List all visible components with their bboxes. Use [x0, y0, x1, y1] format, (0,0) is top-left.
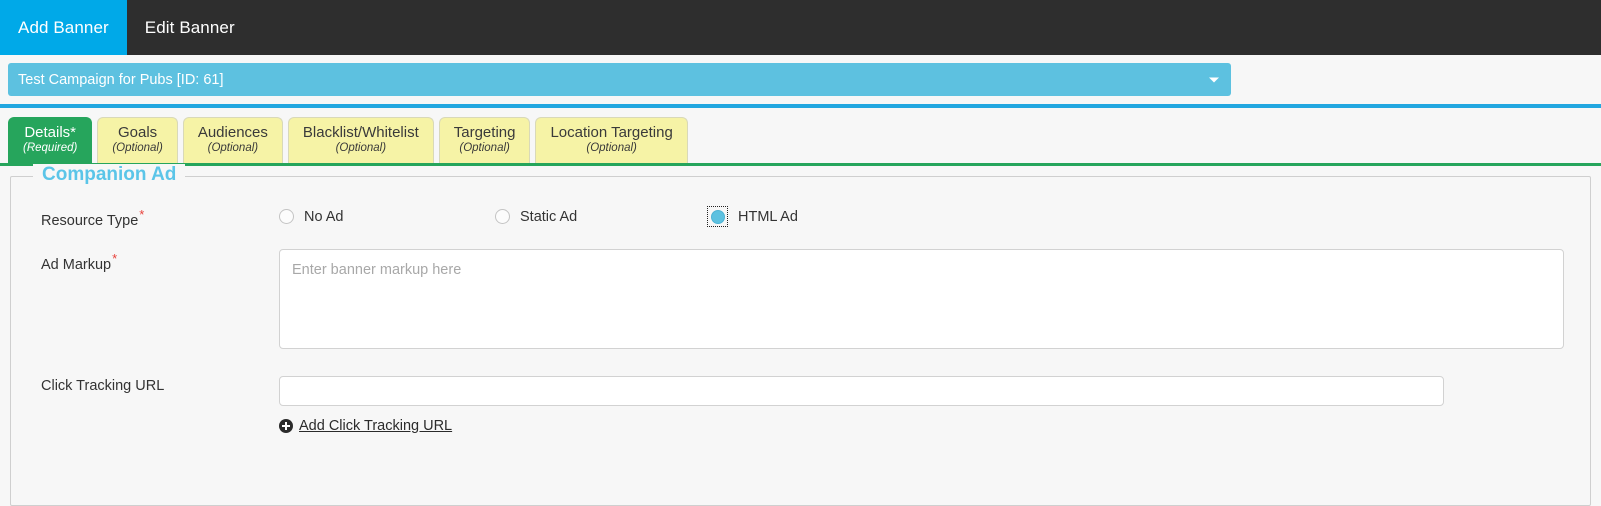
click-tracking-url-field: Add Click Tracking URL [279, 375, 1590, 438]
radio-option-html-ad[interactable]: HTML Ad [707, 206, 798, 227]
click-tracking-url-label: Click Tracking URL [11, 376, 279, 394]
spacer-after-resource-type [11, 229, 1590, 249]
nav-tab-edit-banner[interactable]: Edit Banner [127, 0, 253, 55]
green-divider [0, 163, 1601, 166]
radio-no-ad-label: No Ad [304, 208, 344, 225]
ad-markup-label-text: Ad Markup [41, 256, 112, 273]
ad-markup-required-star: * [112, 250, 118, 266]
plus-circle-icon [279, 418, 293, 433]
tab-goals-sublabel: (Optional) [112, 142, 163, 155]
radio-static-ad-label: Static Ad [520, 208, 578, 225]
click-tracking-url-label-text: Click Tracking URL [41, 377, 165, 394]
tab-location-targeting-sublabel: (Optional) [586, 142, 637, 155]
tab-details-sublabel: (Required) [23, 142, 78, 155]
radio-html-ad-selected-dot [710, 209, 725, 224]
add-click-tracking-url-link[interactable]: Add Click Tracking URL [279, 418, 452, 434]
tab-details-title: Details* [23, 123, 77, 142]
resource-type-row: Resource Type* No Ad Static Ad HTML Ad [11, 205, 1590, 229]
radio-option-static-ad[interactable]: Static Ad [495, 209, 707, 225]
tab-goals-label: Goals [117, 123, 158, 141]
nav-tab-edit-banner-label: Edit Banner [144, 17, 235, 37]
tab-blacklist-whitelist[interactable]: Blacklist/Whitelist (Optional) [287, 117, 434, 163]
resource-type-radio-group: No Ad Static Ad HTML Ad [279, 205, 1590, 227]
resource-type-label-text: Resource Type [41, 212, 139, 229]
resource-type-field: No Ad Static Ad HTML Ad [279, 205, 1590, 227]
add-click-tracking-url-label: Add Click Tracking URL [299, 417, 453, 434]
radio-no-ad-control[interactable] [279, 209, 294, 224]
spacer-after-ad-markup [11, 354, 1590, 376]
ad-markup-row: Ad Markup* [11, 248, 1590, 354]
tab-details[interactable]: Details* (Required) [8, 117, 93, 163]
tab-details-required-marker: * [70, 123, 77, 141]
companion-ad-form: Resource Type* No Ad Static Ad HTML Ad A… [11, 177, 1590, 438]
radio-option-no-ad[interactable]: No Ad [279, 209, 495, 225]
campaign-selector-area: Test Campaign for Pubs [ID: 61] [0, 55, 1601, 96]
ad-markup-label: Ad Markup* [11, 249, 279, 273]
chevron-down-icon [1209, 77, 1219, 82]
resource-type-required-star: * [139, 207, 145, 222]
tab-blacklist-whitelist-sublabel: (Optional) [335, 142, 387, 155]
tab-audiences-sublabel: (Optional) [207, 142, 259, 155]
tab-audiences[interactable]: Audiences (Optional) [182, 117, 283, 163]
nav-tab-add-banner-label: Add Banner [18, 17, 109, 37]
add-click-tracking-url-wrap: Add Click Tracking URL [279, 406, 1590, 438]
ad-markup-textarea[interactable] [279, 248, 1564, 349]
radio-html-ad-control[interactable] [707, 206, 728, 227]
click-tracking-url-row: Click Tracking URL Add Click Tracking UR… [11, 375, 1590, 438]
radio-static-ad-control[interactable] [495, 209, 510, 224]
nav-tab-add-banner[interactable]: Add Banner [0, 0, 127, 55]
tab-location-targeting-label: Location Targeting [550, 123, 673, 141]
radio-html-ad-label: HTML Ad [738, 208, 798, 225]
resource-type-label: Resource Type* [11, 205, 279, 229]
top-navigation-bar: Add Banner Edit Banner [0, 0, 1601, 55]
tab-blacklist-whitelist-label: Blacklist/Whitelist [302, 123, 419, 141]
tab-targeting[interactable]: Targeting (Optional) [438, 117, 531, 163]
companion-ad-panel: Companion Ad Resource Type* No Ad Static… [10, 164, 1591, 506]
wizard-tabs: Details* (Required) Goals (Optional) Aud… [0, 108, 1601, 163]
campaign-selector-dropdown[interactable]: Test Campaign for Pubs [ID: 61] [8, 63, 1231, 96]
tab-targeting-label: Targeting [453, 123, 516, 141]
tab-targeting-sublabel: (Optional) [459, 142, 510, 155]
ad-markup-field [279, 248, 1590, 354]
tab-location-targeting[interactable]: Location Targeting (Optional) [535, 117, 688, 163]
campaign-selector-value: Test Campaign for Pubs [ID: 61] [18, 71, 224, 88]
companion-ad-legend: Companion Ad [33, 164, 186, 186]
click-tracking-url-input[interactable] [279, 375, 1444, 406]
tab-details-label: Details [24, 123, 71, 141]
tab-goals[interactable]: Goals (Optional) [97, 117, 178, 163]
tab-audiences-label: Audiences [197, 123, 268, 141]
